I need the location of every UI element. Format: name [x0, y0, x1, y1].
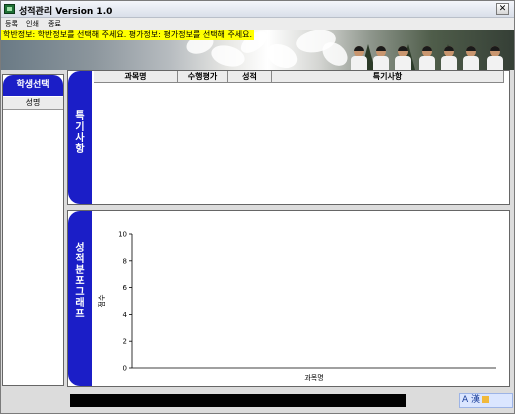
student-figure: [487, 46, 503, 70]
menu-bar: 등록 인쇄 종료: [1, 18, 514, 30]
ime-indicator[interactable]: A 漢: [459, 393, 513, 408]
taskbar-area: [70, 394, 406, 407]
special-notes-tab[interactable]: 특기사항: [68, 71, 92, 204]
y-tick-label: 2: [123, 338, 127, 346]
y-axis-label: 점수: [98, 294, 106, 307]
column-header-grade[interactable]: 성적: [228, 71, 272, 82]
menu-item-print[interactable]: 인쇄: [26, 19, 39, 29]
student-figure: [373, 46, 389, 70]
window-title: 성적관리 Version 1.0: [19, 7, 113, 17]
ime-mode-icon: [482, 396, 490, 403]
column-header-notes[interactable]: 특기사항: [272, 71, 504, 82]
student-select-panel: 학생선택 성명: [2, 74, 64, 386]
y-tick-label: 6: [123, 284, 128, 292]
app-window: 성적관리 Version 1.0 ✕ 등록 인쇄 종료 학반정보: 학반정보를 …: [0, 0, 515, 414]
student-figure: [351, 46, 367, 70]
column-header-subject[interactable]: 과목명: [94, 71, 178, 82]
grade-distribution-tab-label: 성적분포 그래프: [75, 243, 85, 320]
student-select-tab[interactable]: 학생선택: [3, 75, 63, 96]
info-bar: 학반정보: 학반정보를 선택해 주세요. 평가정보: 평가정보를 선택해 주세요…: [1, 30, 255, 40]
column-header-performance[interactable]: 수행평가: [178, 71, 228, 82]
student-name-column-header[interactable]: 성명: [3, 97, 63, 110]
menu-item-register[interactable]: 등록: [5, 19, 18, 29]
y-tick-label: 0: [123, 365, 127, 373]
ime-text: A 漢: [462, 395, 481, 405]
app-icon: [4, 4, 15, 14]
student-figure: [441, 46, 457, 70]
grade-distribution-chart: 0 2 4 6 8 10 점수 과목명: [98, 231, 496, 382]
y-tick-label: 8: [123, 257, 127, 265]
title-bar[interactable]: 성적관리 Version 1.0 ✕: [1, 1, 514, 18]
special-notes-tab-label: 특기사항: [75, 111, 85, 155]
special-notes-panel: 특기사항 과목명 수행평가 성적 특기사항: [67, 70, 510, 205]
y-tick-label: 10: [118, 231, 127, 239]
special-notes-grid-header: 과목명 수행평가 성적 특기사항: [94, 71, 504, 83]
student-figure: [463, 46, 479, 70]
menu-item-exit[interactable]: 종료: [48, 19, 61, 29]
close-button[interactable]: ✕: [496, 3, 509, 15]
x-axis-label: 과목명: [304, 373, 323, 382]
y-tick-label: 4: [123, 311, 128, 319]
student-figure: [395, 46, 411, 70]
grade-distribution-panel: 성적분포 그래프 0 2 4 6 8 10 점수 과목명: [67, 210, 510, 387]
status-bar: A 漢: [1, 391, 514, 413]
student-figure: [419, 46, 435, 70]
grade-distribution-tab[interactable]: 성적분포 그래프: [68, 211, 92, 386]
